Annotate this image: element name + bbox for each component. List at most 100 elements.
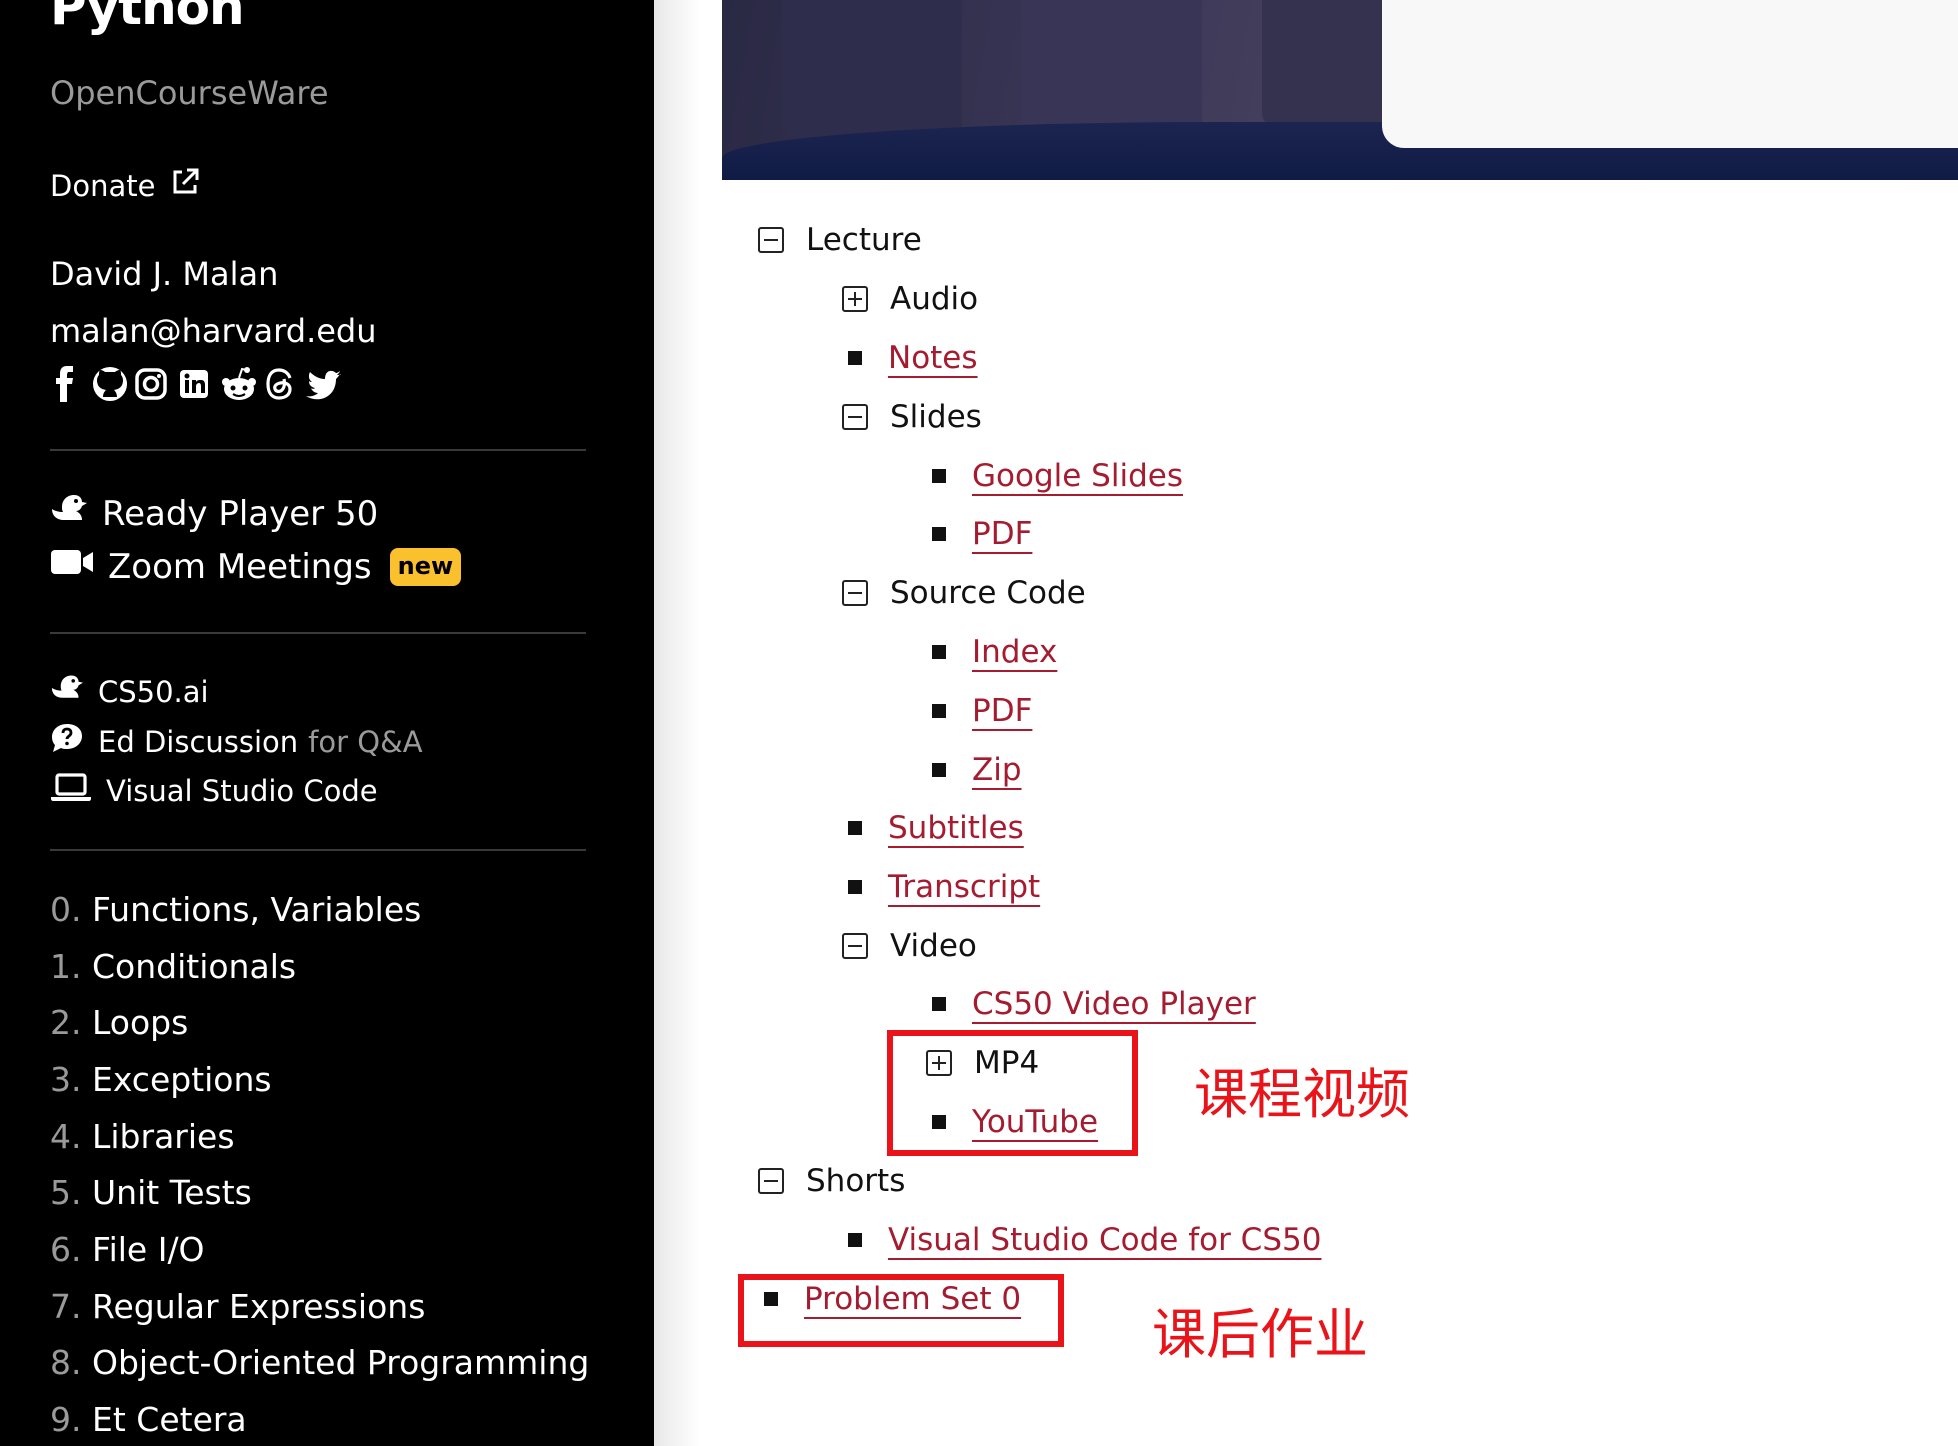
donate-link[interactable]: Donate: [50, 166, 201, 205]
donate-label: Donate: [50, 168, 156, 203]
threads-icon[interactable]: [263, 364, 297, 404]
collapse-icon[interactable]: [842, 580, 868, 606]
subtitles-item: Subtitles: [848, 810, 1024, 846]
lecture-link-4[interactable]: 4. Libraries: [50, 1117, 235, 1156]
collapse-icon[interactable]: [758, 227, 784, 253]
bullet-icon: [932, 704, 946, 718]
lecture-title: Regular Expressions: [92, 1287, 426, 1326]
course-title[interactable]: Python: [50, 0, 245, 36]
hero-seat: [782, 0, 962, 140]
lecture-link-3[interactable]: 3. Exceptions: [50, 1060, 272, 1099]
lecture-title: Functions, Variables: [92, 890, 422, 929]
slides-label: Slides: [890, 399, 982, 435]
sidebar-divider: [50, 632, 586, 634]
instagram-icon[interactable]: [134, 364, 168, 404]
index-link[interactable]: Index: [972, 634, 1057, 670]
lecture-title: Object-Oriented Programming: [92, 1343, 590, 1382]
notes-item: Notes: [848, 340, 978, 376]
google-slides-item: Google Slides: [932, 458, 1183, 494]
lecture-label: Lecture: [806, 222, 922, 258]
expand-icon[interactable]: [842, 286, 868, 312]
lecture-node[interactable]: Lecture: [758, 222, 922, 258]
lecture-number: 2.: [50, 1003, 82, 1042]
laptop-icon: [50, 771, 92, 810]
bullet-icon: [848, 1233, 862, 1247]
shorts-node[interactable]: Shorts: [758, 1163, 905, 1199]
slides-node[interactable]: Slides: [842, 399, 982, 435]
ed-discussion-link[interactable]: Ed Discussion for Q&A: [50, 722, 423, 761]
code-pdf-link[interactable]: PDF: [972, 693, 1032, 729]
lecture-title: Libraries: [92, 1117, 235, 1156]
sidebar: Python OpenCourseWare Donate David J. Ma…: [0, 0, 654, 1446]
ready-player-50-label: Ready Player 50: [102, 493, 379, 534]
lecture-link-0[interactable]: 0. Functions, Variables: [50, 890, 421, 929]
social-links: [48, 364, 341, 404]
lecture-title: Loops: [92, 1003, 189, 1042]
github-icon[interactable]: [91, 364, 127, 404]
lecture-title: Unit Tests: [92, 1173, 252, 1212]
zoom-meetings-link[interactable]: Zoom Meetings new: [50, 546, 462, 587]
audio-node[interactable]: Audio: [842, 281, 978, 317]
twitter-icon[interactable]: [306, 364, 341, 404]
cs50-video-player-item: CS50 Video Player: [932, 986, 1256, 1022]
transcript-link[interactable]: Transcript: [888, 869, 1040, 905]
subtitles-link[interactable]: Subtitles: [888, 810, 1024, 846]
collapse-icon[interactable]: [842, 933, 868, 959]
slides-pdf-item: PDF: [932, 516, 1032, 552]
lecture-link-9[interactable]: 9. Et Cetera: [50, 1400, 247, 1439]
transcript-item: Transcript: [848, 869, 1040, 905]
bullet-icon: [932, 527, 946, 541]
author-email-link[interactable]: malan@harvard.edu: [50, 312, 377, 350]
video-annotation: 课程视频: [1194, 1063, 1410, 1126]
lecture-link-2[interactable]: 2. Loops: [50, 1003, 188, 1042]
homework-highlight-box: [738, 1274, 1064, 1347]
vscode-for-cs50-item: Visual Studio Code for CS50: [848, 1222, 1321, 1258]
sidebar-divider: [50, 849, 586, 851]
lecture-number: 6.: [50, 1230, 82, 1269]
zoom-meetings-label: Zoom Meetings: [108, 546, 372, 587]
lecture-number: 0.: [50, 890, 82, 929]
lecture-link-6[interactable]: 6. File I/O: [50, 1230, 205, 1269]
google-slides-link[interactable]: Google Slides: [972, 458, 1183, 494]
bullet-icon: [932, 763, 946, 777]
lecture-number: 7.: [50, 1287, 82, 1326]
author-name: David J. Malan: [50, 255, 279, 293]
video-camera-icon: [50, 546, 94, 587]
index-item: Index: [932, 634, 1057, 670]
lecture-link-5[interactable]: 5. Unit Tests: [50, 1173, 252, 1212]
notes-link[interactable]: Notes: [888, 340, 978, 376]
lecture-number: 4.: [50, 1117, 82, 1156]
audio-label: Audio: [890, 281, 979, 317]
course-subtitle: OpenCourseWare: [50, 74, 329, 112]
facebook-icon[interactable]: [48, 364, 82, 404]
hero-seat: [1022, 0, 1202, 140]
ed-discussion-suffix: for Q&A: [308, 724, 423, 759]
visual-studio-code-link[interactable]: Visual Studio Code: [50, 771, 378, 810]
lecture-number: 3.: [50, 1060, 82, 1099]
lecture-link-1[interactable]: 1. Conditionals: [50, 947, 296, 986]
lecture-link-7[interactable]: 7. Regular Expressions: [50, 1287, 425, 1326]
homework-annotation: 课后作业: [1152, 1303, 1368, 1366]
cs50-ai-label: CS50.ai: [98, 674, 209, 709]
duck-icon: [50, 672, 84, 711]
cs50-ai-link[interactable]: CS50.ai: [50, 672, 209, 711]
video-highlight-box: [887, 1030, 1138, 1156]
collapse-icon[interactable]: [842, 404, 868, 430]
video-node[interactable]: Video: [842, 928, 977, 964]
source-code-node[interactable]: Source Code: [842, 575, 1086, 611]
lecture-title: File I/O: [92, 1230, 205, 1269]
linkedin-icon[interactable]: [177, 364, 211, 404]
lecture-number: 8.: [50, 1343, 82, 1382]
ed-discussion-label: Ed Discussion: [98, 724, 299, 759]
ready-player-50-link[interactable]: Ready Player 50: [50, 491, 378, 536]
lecture-link-8[interactable]: 8. Object-Oriented Programming: [50, 1343, 589, 1382]
slides-pdf-link[interactable]: PDF: [972, 516, 1032, 552]
bullet-icon: [932, 645, 946, 659]
cs50-video-player-link[interactable]: CS50 Video Player: [972, 986, 1256, 1022]
vscode-for-cs50-link[interactable]: Visual Studio Code for CS50: [888, 1222, 1321, 1258]
duck-icon: [50, 491, 88, 536]
bullet-icon: [848, 821, 862, 835]
reddit-icon[interactable]: [220, 364, 256, 404]
collapse-icon[interactable]: [758, 1168, 784, 1194]
zip-link[interactable]: Zip: [972, 752, 1022, 788]
